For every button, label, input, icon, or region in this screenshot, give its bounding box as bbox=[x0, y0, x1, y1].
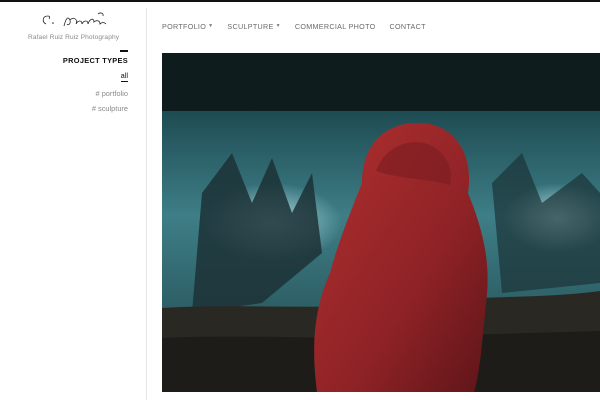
filter-title: PROJECT TYPES bbox=[62, 56, 128, 65]
chevron-down-icon: ▼ bbox=[208, 23, 214, 29]
filter-sculpture[interactable]: # sculpture bbox=[63, 104, 128, 113]
photo-image bbox=[162, 53, 600, 392]
sidebar-divider bbox=[146, 8, 147, 400]
filter-title-accent bbox=[120, 50, 128, 52]
nav-item-label: PORTFOLIO bbox=[162, 21, 207, 31]
nav-item-sculpture[interactable]: SCULPTURE ▼ bbox=[227, 22, 280, 31]
nav-item-contact[interactable]: CONTACT bbox=[390, 22, 426, 31]
nav-item-label: COMMERCIAL PHOTO bbox=[294, 21, 376, 31]
site-tagline: Rafael Ruiz Ruiz Photography bbox=[28, 34, 120, 41]
site-logo[interactable]: Rafael Ruiz Ruiz Photography bbox=[26, 10, 122, 44]
nav-item-portfolio[interactable]: PORTFOLIO ▼ bbox=[162, 22, 213, 31]
project-type-filters: PROJECT TYPES all # portfolio # sculptur… bbox=[63, 50, 128, 113]
filter-portfolio[interactable]: # portfolio bbox=[63, 89, 128, 98]
signature-logo-icon bbox=[42, 12, 107, 27]
nav-item-commercial-photo[interactable]: COMMERCIAL PHOTO bbox=[295, 22, 376, 31]
chevron-down-icon: ▼ bbox=[275, 23, 281, 29]
featured-photo[interactable] bbox=[162, 53, 600, 392]
main-navigation: PORTFOLIO ▼ SCULPTURE ▼ COMMERCIAL PHOTO… bbox=[162, 20, 440, 32]
filter-all[interactable]: all bbox=[120, 71, 128, 82]
nav-item-label: SCULPTURE bbox=[227, 21, 274, 31]
top-border bbox=[0, 0, 600, 2]
nav-item-label: CONTACT bbox=[389, 21, 426, 31]
